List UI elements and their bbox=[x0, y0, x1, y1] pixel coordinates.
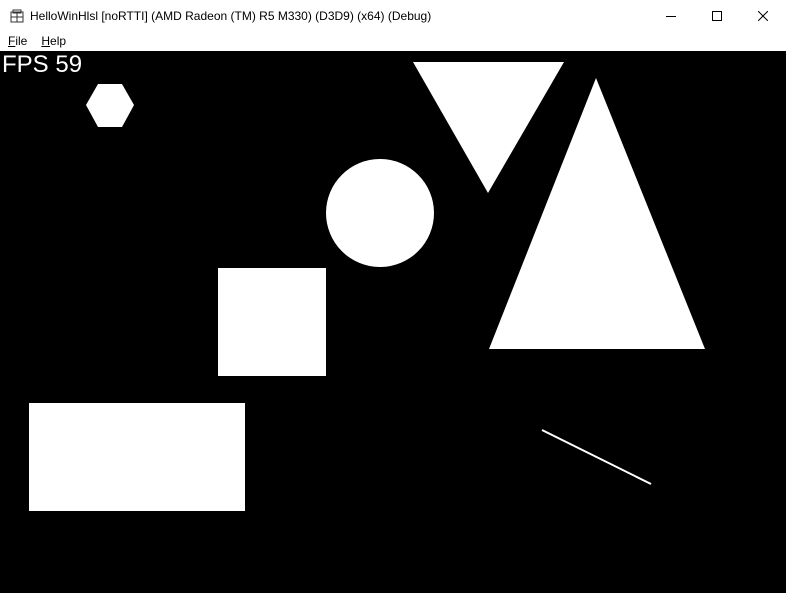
app-window: HelloWinHlsl [noRTTI] (AMD Radeon (TM) R… bbox=[0, 0, 786, 593]
minimize-button[interactable] bbox=[648, 0, 694, 31]
title-bar[interactable]: HelloWinHlsl [noRTTI] (AMD Radeon (TM) R… bbox=[0, 0, 786, 31]
window-controls bbox=[648, 0, 786, 31]
window-title: HelloWinHlsl [noRTTI] (AMD Radeon (TM) R… bbox=[30, 8, 432, 23]
render-viewport[interactable]: FPS 59 bbox=[0, 51, 786, 593]
menu-help[interactable]: Help bbox=[34, 31, 73, 51]
menu-file[interactable]: File bbox=[0, 31, 34, 51]
circle-shape bbox=[326, 159, 434, 267]
maximize-button[interactable] bbox=[694, 0, 740, 31]
line-shape bbox=[541, 429, 652, 485]
minimize-icon bbox=[666, 15, 676, 17]
maximize-icon bbox=[712, 10, 722, 21]
close-icon bbox=[758, 10, 768, 21]
inverted-triangle-shape bbox=[413, 62, 564, 193]
fps-counter: FPS 59 bbox=[2, 51, 83, 78]
scene-canvas bbox=[29, 62, 705, 511]
app-icon[interactable] bbox=[10, 9, 24, 23]
hexagon-shape bbox=[86, 84, 134, 127]
menu-bar: File Help bbox=[0, 31, 786, 51]
close-button[interactable] bbox=[740, 0, 786, 31]
square-shape bbox=[218, 268, 326, 376]
rectangle-shape bbox=[29, 403, 245, 511]
